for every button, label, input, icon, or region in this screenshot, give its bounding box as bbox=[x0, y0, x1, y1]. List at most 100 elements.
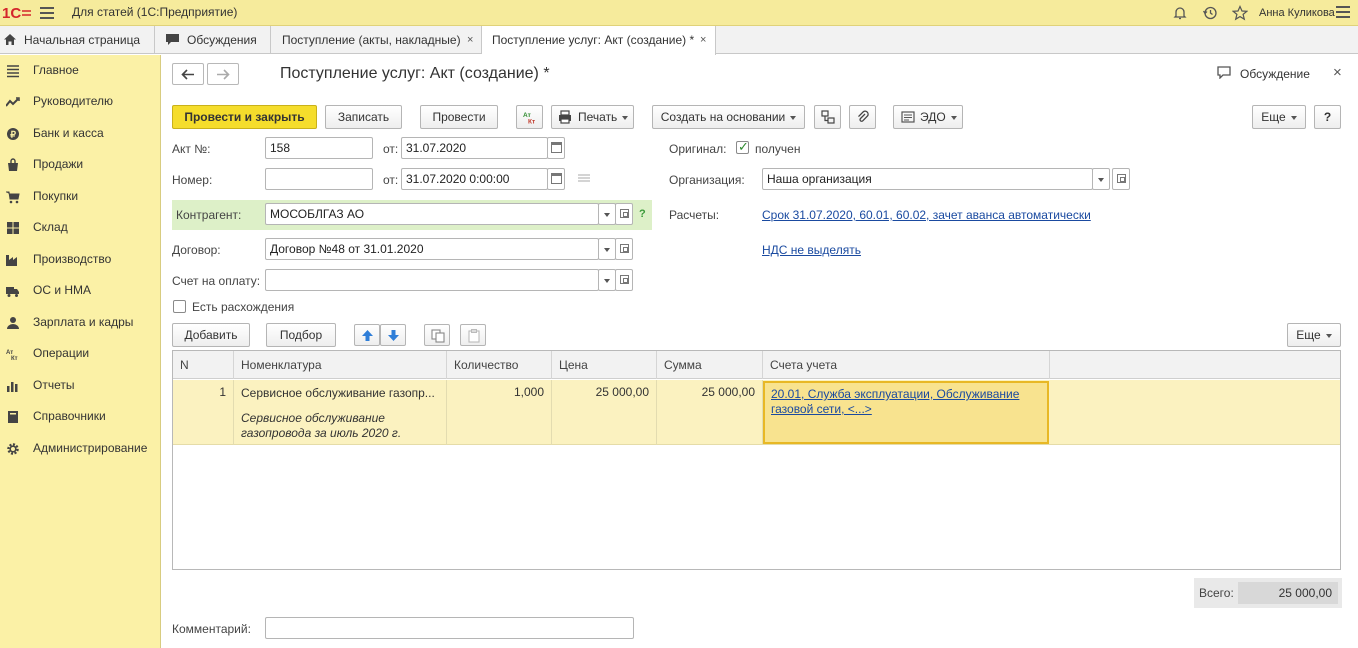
close-form-icon[interactable]: × bbox=[1333, 64, 1342, 81]
organization-field[interactable]: Наша организация bbox=[762, 168, 1093, 190]
discrepancy-checkbox[interactable] bbox=[173, 300, 186, 313]
bell-icon[interactable] bbox=[1172, 5, 1188, 21]
contract-open-button[interactable] bbox=[615, 238, 633, 260]
dt-kt-button[interactable]: Ат Кт bbox=[516, 105, 543, 129]
sidebar-item-bank[interactable]: ₽ Банк и касса bbox=[0, 121, 160, 149]
tab-service-receipt[interactable]: Поступление услуг: Акт (создание) * × bbox=[482, 26, 716, 55]
close-tab-icon[interactable]: × bbox=[700, 34, 706, 46]
sidebar-item-salary[interactable]: Зарплата и кадры bbox=[0, 310, 160, 338]
post-button[interactable]: Провести bbox=[420, 105, 498, 129]
main-menu-icon[interactable] bbox=[40, 7, 54, 19]
number-date-field[interactable]: 31.07.2020 0:00:00 bbox=[401, 168, 548, 190]
sidebar-item-reports[interactable]: Отчеты bbox=[0, 373, 160, 401]
home-icon bbox=[4, 34, 16, 45]
table-row[interactable]: 1 Сервисное обслуживание газопр... Серви… bbox=[173, 380, 1340, 445]
sidebar-item-fixed-assets[interactable]: ОС и НМА bbox=[0, 278, 160, 306]
contractor-open-button[interactable] bbox=[615, 203, 633, 225]
tab-discussions[interactable]: Обсуждения bbox=[155, 26, 271, 54]
cell-price[interactable]: 25 000,00 bbox=[552, 380, 657, 445]
vat-link[interactable]: НДС не выделять bbox=[762, 243, 861, 257]
move-down-button[interactable] bbox=[380, 324, 406, 346]
sidebar-item-sales[interactable]: Продажи bbox=[0, 152, 160, 180]
history-icon[interactable] bbox=[1202, 5, 1218, 21]
open-windows-bar: Начальная страница Обсуждения Поступлени… bbox=[0, 26, 1358, 55]
column-header-quantity[interactable]: Количество bbox=[447, 351, 552, 379]
number-date-calendar-button[interactable] bbox=[547, 168, 565, 190]
save-button[interactable]: Записать bbox=[325, 105, 402, 129]
tab-home[interactable]: Начальная страница bbox=[0, 26, 155, 54]
column-header-price[interactable]: Цена bbox=[552, 351, 657, 379]
organization-open-button[interactable] bbox=[1112, 168, 1130, 190]
1c-logo-icon[interactable]: 1C bbox=[2, 3, 32, 23]
number-field[interactable] bbox=[265, 168, 373, 190]
edo-button[interactable]: ЭДО bbox=[893, 105, 963, 129]
list-icon[interactable] bbox=[578, 174, 590, 184]
forward-button[interactable] bbox=[207, 63, 239, 85]
sidebar-item-label: Руководителю bbox=[33, 94, 114, 108]
invoice-open-button[interactable] bbox=[615, 269, 633, 291]
settlements-link[interactable]: Срок 31.07.2020, 60.01, 60.02, зачет ава… bbox=[762, 208, 1091, 222]
cell-sum[interactable]: 25 000,00 bbox=[657, 380, 763, 445]
attach-files-button[interactable] bbox=[849, 105, 876, 129]
original-received-checkbox[interactable]: ✓ bbox=[736, 139, 749, 154]
tab-receipts-list[interactable]: Поступление (акты, накладные) × bbox=[271, 26, 482, 54]
paste-row-button[interactable] bbox=[460, 324, 486, 346]
sidebar-item-catalogs[interactable]: Справочники bbox=[0, 404, 160, 432]
act-number-field[interactable]: 158 bbox=[265, 137, 373, 159]
sidebar-item-production[interactable]: Производство bbox=[0, 247, 160, 275]
act-date-field[interactable]: 31.07.2020 bbox=[401, 137, 548, 159]
discussion-link[interactable]: Обсуждение bbox=[1240, 67, 1310, 81]
organization-dropdown-button[interactable] bbox=[1092, 168, 1110, 190]
cell-n[interactable]: 1 bbox=[173, 380, 234, 445]
sidebar-item-manager[interactable]: Руководителю bbox=[0, 89, 160, 117]
invoice-dropdown-button[interactable] bbox=[598, 269, 616, 291]
calendar-icon bbox=[551, 173, 562, 184]
contractor-field[interactable]: МОСОБЛГАЗ АО bbox=[265, 203, 599, 225]
star-icon[interactable] bbox=[1232, 5, 1248, 21]
sidebar-item-purchases[interactable]: Покупки bbox=[0, 184, 160, 212]
print-button[interactable]: Печать bbox=[551, 105, 634, 129]
contract-dropdown-button[interactable] bbox=[598, 238, 616, 260]
column-header-nomenclature[interactable]: Номенклатура bbox=[234, 351, 447, 379]
comment-label: Комментарий: bbox=[172, 622, 251, 636]
sidebar-item-operations[interactable]: Ат Кт Операции bbox=[0, 341, 160, 369]
comment-field[interactable] bbox=[265, 617, 634, 639]
discussion-icon[interactable] bbox=[1217, 66, 1231, 79]
sidebar-item-label: Зарплата и кадры bbox=[33, 315, 134, 329]
column-header-accounts[interactable]: Счета учета bbox=[763, 351, 1050, 379]
sidebar-item-label: Производство bbox=[33, 252, 112, 266]
svg-text:₽: ₽ bbox=[10, 130, 16, 140]
cell-quantity[interactable]: 1,000 bbox=[447, 380, 552, 445]
move-up-button[interactable] bbox=[354, 324, 380, 346]
column-header-sum[interactable]: Сумма bbox=[657, 351, 763, 379]
contract-field[interactable]: Договор №48 от 31.01.2020 bbox=[265, 238, 599, 260]
sidebar-item-main[interactable]: Главное bbox=[0, 58, 160, 86]
act-date-calendar-button[interactable] bbox=[547, 137, 565, 159]
post-and-close-button[interactable]: Провести и закрыть bbox=[172, 105, 317, 129]
close-tab-icon[interactable]: × bbox=[467, 34, 473, 46]
cell-nomenclature[interactable]: Сервисное обслуживание газопр... Сервисн… bbox=[234, 380, 447, 445]
sidebar-item-admin[interactable]: Администрирование bbox=[0, 436, 160, 464]
contractor-dropdown-button[interactable] bbox=[598, 203, 616, 225]
column-header-n[interactable]: N bbox=[173, 351, 234, 379]
structure-button[interactable] bbox=[814, 105, 841, 129]
help-button[interactable]: ? bbox=[1314, 105, 1341, 129]
user-name[interactable]: Анна Куликова bbox=[1259, 7, 1335, 19]
gear-icon bbox=[7, 443, 19, 455]
pick-button[interactable]: Подбор bbox=[266, 323, 336, 347]
settings-menu-icon[interactable] bbox=[1336, 6, 1350, 20]
create-based-on-button[interactable]: Создать на основании bbox=[652, 105, 805, 129]
copy-row-button[interactable] bbox=[424, 324, 450, 346]
sidebar-item-warehouse[interactable]: Склад bbox=[0, 215, 160, 243]
back-button[interactable] bbox=[172, 63, 204, 85]
accounts-link[interactable]: 20.01, Служба эксплуатации, Обслуживание… bbox=[771, 387, 1041, 417]
trend-icon bbox=[6, 97, 20, 107]
more-button[interactable]: Еще bbox=[1252, 105, 1306, 129]
invoice-field[interactable] bbox=[265, 269, 599, 291]
add-row-button[interactable]: Добавить bbox=[172, 323, 250, 347]
cell-accounts[interactable]: 20.01, Служба эксплуатации, Обслуживание… bbox=[763, 381, 1049, 444]
table-more-button[interactable]: Еще bbox=[1287, 323, 1341, 347]
help-icon[interactable]: ? bbox=[639, 208, 646, 220]
sidebar-item-label: Склад bbox=[33, 220, 68, 234]
paperclip-icon bbox=[858, 110, 869, 122]
